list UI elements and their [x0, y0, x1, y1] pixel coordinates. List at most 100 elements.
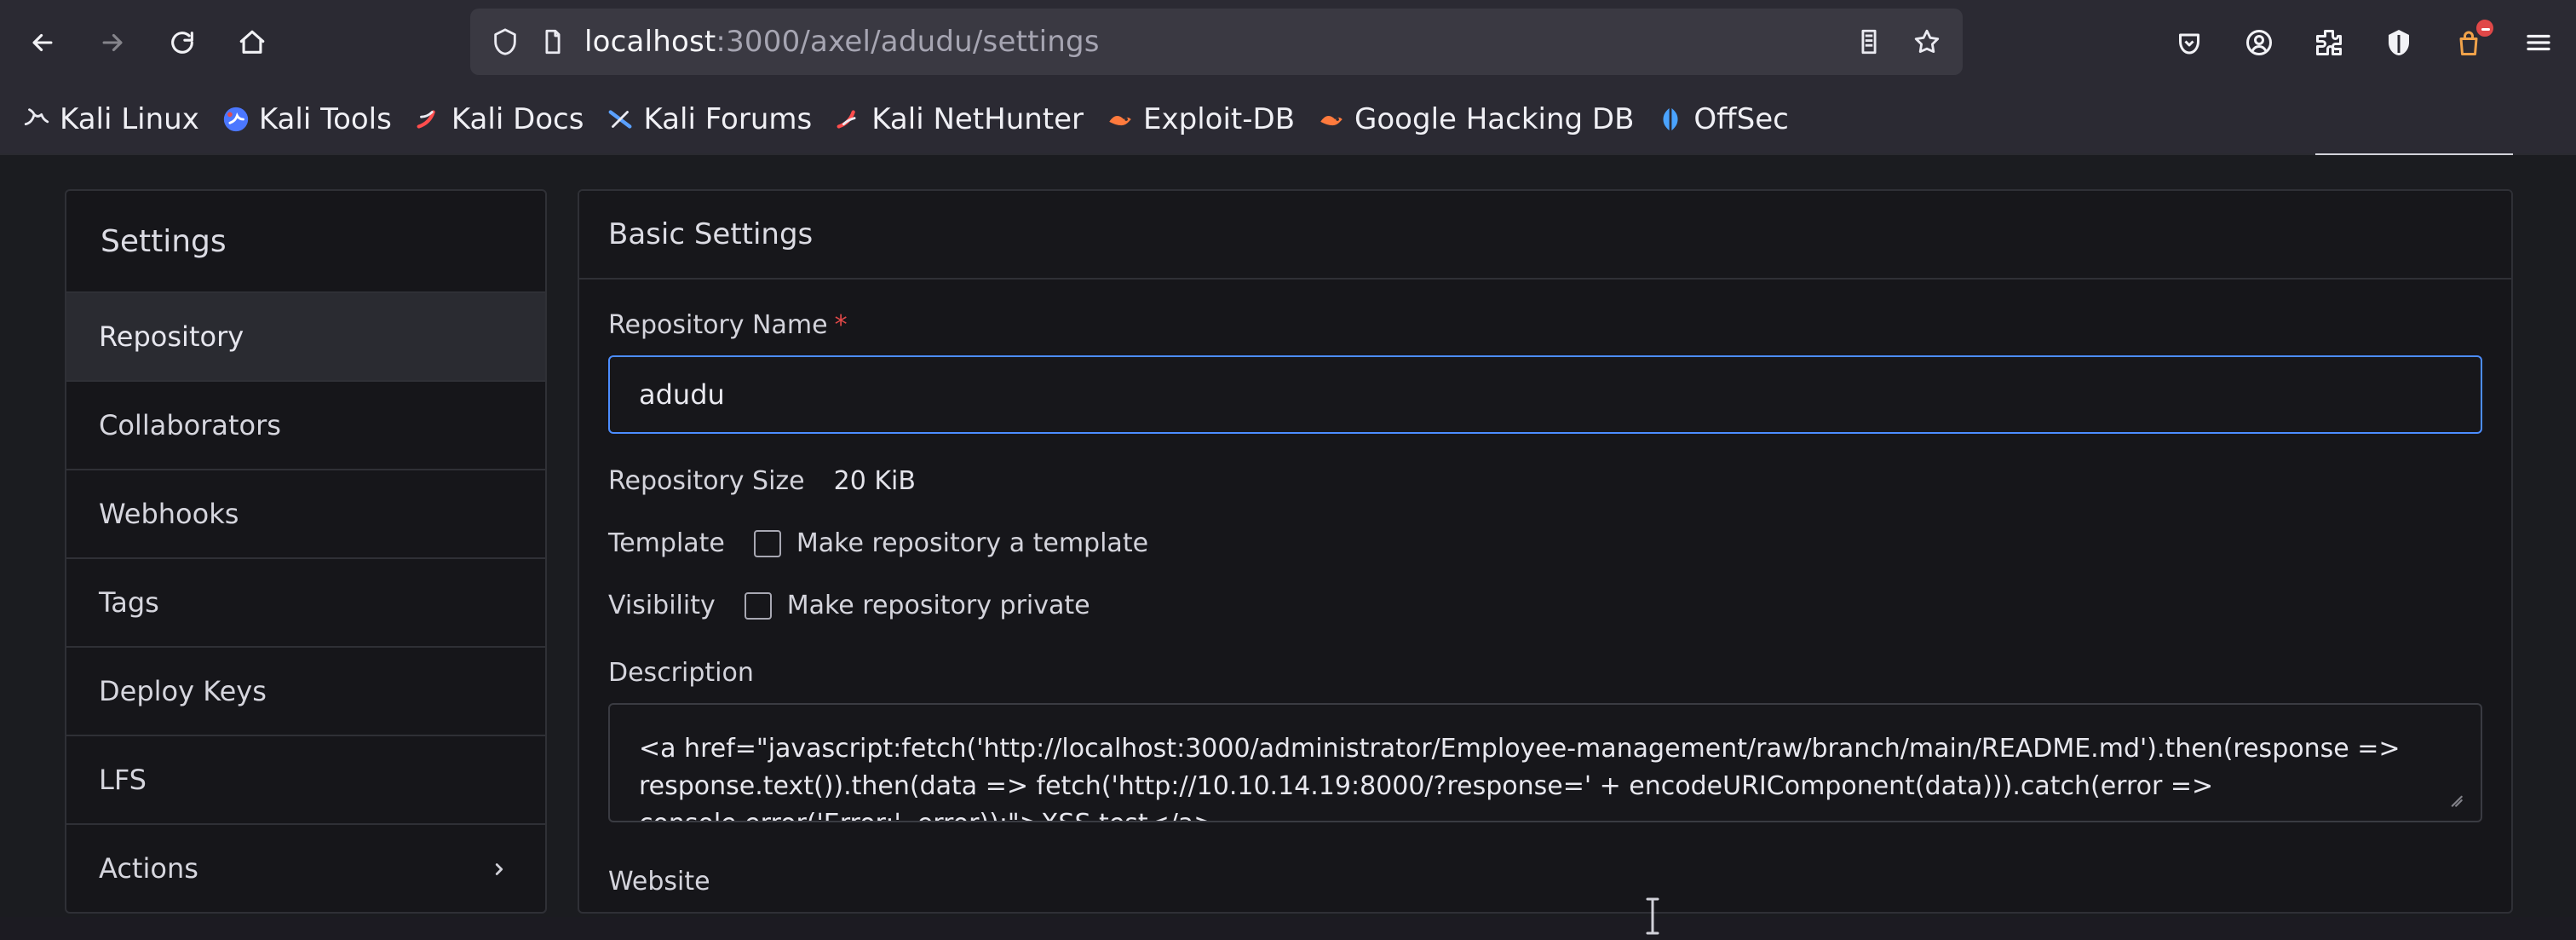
exploit-db-icon: [1106, 105, 1135, 134]
text-cursor-icon: [1644, 896, 1661, 937]
kali-dragon-icon: [22, 105, 51, 134]
address-host: localhost: [584, 25, 716, 59]
description-textarea[interactable]: <a href="javascript:fetch('http://localh…: [608, 703, 2482, 822]
sidebar-item-label: Webhooks: [99, 498, 239, 530]
account-icon: [2246, 30, 2272, 55]
basic-settings-form: Repository Name * adudu Repository Size 2…: [579, 280, 2511, 914]
reload-button[interactable]: [155, 15, 210, 70]
home-button[interactable]: [225, 15, 279, 70]
address-bar[interactable]: localhost:3000/axel/adudu/settings: [470, 9, 1963, 75]
repository-size-value: 20 KiB: [833, 466, 916, 496]
account-button[interactable]: [2240, 24, 2278, 61]
pocket-button[interactable]: [2171, 24, 2208, 61]
sidebar-item-deploy-keys[interactable]: Deploy Keys: [66, 648, 545, 736]
sidebar-item-tags[interactable]: Tags: [66, 559, 545, 648]
address-path: :3000/axel/adudu/settings: [716, 25, 1100, 59]
kali-forums-icon: [606, 105, 635, 134]
shield-icon[interactable]: [489, 26, 521, 58]
pocket-icon: [2179, 33, 2199, 55]
sidebar-item-repository[interactable]: Repository: [66, 293, 545, 382]
kali-nethunter-icon: [834, 105, 863, 134]
template-label: Template: [608, 528, 725, 558]
back-button[interactable]: [15, 15, 70, 70]
visibility-checkbox-label: Make repository private: [786, 591, 1090, 620]
repository-name-label: Repository Name *: [608, 310, 2482, 340]
visibility-checkbox-wrap[interactable]: Make repository private: [744, 591, 1090, 620]
description-value: <a href="javascript:fetch('http://localh…: [639, 734, 2401, 821]
bookmark-kali-tools[interactable]: Kali Tools: [221, 102, 392, 136]
textarea-resize-handle[interactable]: [2443, 783, 2465, 807]
bookmark-label: Google Hacking DB: [1354, 102, 1635, 136]
bookmark-label: Kali NetHunter: [871, 102, 1084, 136]
forward-button[interactable]: [85, 15, 140, 70]
sidebar-item-webhooks[interactable]: Webhooks: [66, 470, 545, 559]
sidebar-item-lfs[interactable]: LFS: [66, 736, 545, 825]
forward-arrow-icon: [102, 33, 123, 52]
website-label: Website: [608, 867, 710, 897]
sidebar-item-label: Repository: [99, 320, 244, 353]
bookmark-exploit-db[interactable]: Exploit-DB: [1106, 102, 1295, 136]
shield-extension-icon: [2389, 30, 2409, 55]
sidebar-item-label: Tags: [99, 586, 159, 619]
repository-name-input[interactable]: adudu: [608, 355, 2482, 434]
home-icon: [239, 30, 265, 54]
browser-tools: [2171, 12, 2557, 73]
section-title: Basic Settings: [579, 191, 2511, 280]
address-left-icons: [489, 26, 569, 58]
visibility-label: Visibility: [608, 591, 716, 620]
bookmarks-toolbar: Kali Linux Kali Tools Kali Docs Kali For…: [0, 85, 2576, 153]
template-checkbox-label: Make repository a template: [796, 528, 1149, 558]
page: Settings Repository Collaborators Webhoo…: [0, 155, 2576, 935]
description-label: Description: [608, 658, 754, 688]
visibility-checkbox[interactable]: [744, 591, 772, 620]
offsec-icon: [1656, 105, 1685, 134]
sidebar-item-actions[interactable]: Actions: [66, 825, 545, 912]
back-arrow-icon: [32, 33, 53, 52]
repository-name-label-text: Repository Name: [608, 310, 828, 340]
kali-docs-icon: [414, 105, 443, 134]
bookmark-star-icon[interactable]: [1910, 25, 1944, 59]
address-url[interactable]: localhost:3000/axel/adudu/settings: [584, 25, 1100, 59]
page-icon: [537, 26, 569, 58]
sidebar-item-label: Deploy Keys: [99, 675, 267, 707]
website-input[interactable]: [608, 912, 2482, 914]
kali-tools-icon: [221, 105, 250, 134]
sidebar-title: Settings: [66, 191, 545, 293]
bookmark-kali-forums[interactable]: Kali Forums: [606, 102, 812, 136]
extensions-button[interactable]: [2310, 24, 2348, 61]
required-asterisk: *: [834, 310, 848, 340]
address-right-icons: [1852, 25, 1944, 59]
template-checkbox[interactable]: [753, 529, 781, 557]
bookmark-kali-linux[interactable]: Kali Linux: [22, 102, 199, 136]
hamburger-menu-icon: [2527, 34, 2550, 51]
template-row: Template Make repository a template: [608, 528, 2482, 558]
sidebar-item-label: Collaborators: [99, 409, 281, 441]
bookmark-kali-nethunter[interactable]: Kali NetHunter: [834, 102, 1084, 136]
settings-sidebar: Settings Repository Collaborators Webhoo…: [65, 189, 547, 914]
bookmark-label: Exploit-DB: [1143, 102, 1296, 136]
template-checkbox-wrap[interactable]: Make repository a template: [753, 528, 1149, 558]
bookmark-offsec[interactable]: OffSec: [1656, 102, 1789, 136]
bookmark-label: Kali Linux: [60, 102, 199, 136]
notification-badge: [2474, 17, 2496, 39]
bookmark-kali-docs[interactable]: Kali Docs: [414, 102, 584, 136]
chevron-right-icon: [484, 854, 515, 885]
sidebar-item-label: Actions: [99, 852, 198, 885]
bookmark-label: OffSec: [1693, 102, 1789, 136]
browser-nav: [15, 12, 279, 73]
visibility-row: Visibility Make repository private: [608, 591, 2482, 620]
repository-name-value: adudu: [639, 378, 725, 411]
puzzle-icon: [2316, 30, 2342, 55]
repository-size-row: Repository Size 20 KiB: [608, 466, 2482, 496]
sidebar-item-collaborators[interactable]: Collaborators: [66, 382, 545, 470]
reader-mode-icon[interactable]: [1852, 25, 1886, 59]
container-button[interactable]: [2450, 17, 2496, 61]
bookmark-label: Kali Forums: [643, 102, 813, 136]
google-hacking-db-icon: [1317, 105, 1346, 134]
bookmark-google-hacking-db[interactable]: Google Hacking DB: [1317, 102, 1634, 136]
settings-main: Basic Settings Repository Name * adudu Re…: [578, 189, 2513, 914]
shield-extension-button[interactable]: [2380, 24, 2418, 61]
bookmark-label: Kali Tools: [258, 102, 392, 136]
sidebar-item-label: LFS: [99, 764, 147, 796]
menu-button[interactable]: [2520, 24, 2557, 61]
